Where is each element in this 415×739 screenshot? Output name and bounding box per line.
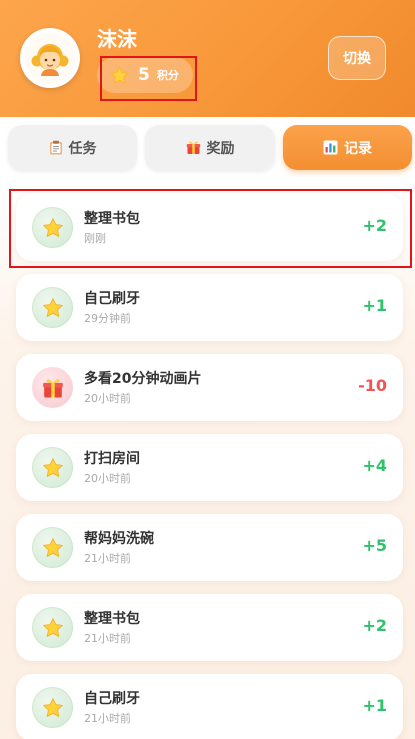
avatar[interactable] xyxy=(20,28,80,88)
record-points: +2 xyxy=(362,216,387,235)
record-item[interactable]: 多看20分钟动画片 20小时前 -10 xyxy=(16,354,403,421)
record-title: 自己刷牙 xyxy=(84,291,140,307)
record-points: +5 xyxy=(362,536,387,555)
record-title: 整理书包 xyxy=(84,211,140,227)
record-points: -10 xyxy=(358,376,387,395)
record-title: 多看20分钟动画片 xyxy=(84,371,202,387)
star-icon xyxy=(42,217,63,237)
record-title: 帮妈妈洗碗 xyxy=(84,531,154,547)
record-time: 20小时前 xyxy=(84,472,131,485)
star-icon xyxy=(42,537,63,557)
record-item[interactable]: 整理书包 21小时前 +2 xyxy=(16,594,403,661)
tab-rewards-label: 奖励 xyxy=(206,140,235,157)
record-item[interactable]: 整理书包 刚刚 +2 xyxy=(16,194,403,261)
gift-icon xyxy=(42,378,63,398)
star-icon xyxy=(42,297,63,317)
record-item[interactable]: 自己刷牙 21小时前 +1 xyxy=(16,674,403,739)
tab-rewards[interactable]: 奖励 xyxy=(145,125,275,170)
tab-records-label: 记录 xyxy=(344,140,372,157)
star-icon xyxy=(42,697,63,717)
record-item[interactable]: 打扫房间 20小时前 +4 xyxy=(16,434,403,501)
record-points: +4 xyxy=(362,456,387,475)
tab-tasks-label: 任务 xyxy=(68,140,97,157)
points-value: 5 xyxy=(138,65,150,85)
bar-chart-icon xyxy=(323,140,338,155)
record-list[interactable]: 整理书包 刚刚 +2 自己刷牙 29分钟前 +1 多看20分钟动画片 20小时前… xyxy=(0,177,415,739)
star-icon xyxy=(42,457,63,477)
record-time: 29分钟前 xyxy=(84,312,131,325)
record-item[interactable]: 自己刷牙 29分钟前 +1 xyxy=(16,274,403,341)
record-points: +1 xyxy=(362,696,387,715)
record-time: 21小时前 xyxy=(84,712,131,725)
star-icon xyxy=(111,66,128,83)
record-title: 自己刷牙 xyxy=(84,691,140,707)
record-time: 20小时前 xyxy=(84,392,131,405)
record-points: +1 xyxy=(362,296,387,315)
girl-avatar-icon xyxy=(31,44,69,76)
record-time: 21小时前 xyxy=(84,632,131,645)
record-title: 打扫房间 xyxy=(84,451,140,467)
star-icon xyxy=(42,617,63,637)
clipboard-icon xyxy=(49,140,62,155)
switch-user-button[interactable]: 切换 xyxy=(328,36,386,80)
record-title: 整理书包 xyxy=(84,611,140,627)
profile-header: 沫沫 5 积分 切换 xyxy=(0,0,415,117)
record-item[interactable]: 帮妈妈洗碗 21小时前 +5 xyxy=(16,514,403,581)
points-unit: 积分 xyxy=(156,69,179,82)
tab-tasks[interactable]: 任务 xyxy=(8,125,137,170)
tab-bar: 任务 奖励 记录 xyxy=(0,117,415,177)
record-time: 21小时前 xyxy=(84,552,131,565)
tab-records[interactable]: 记录 xyxy=(283,125,412,170)
gift-icon xyxy=(186,141,200,154)
points-badge: 5 积分 xyxy=(97,57,193,93)
record-time: 刚刚 xyxy=(84,232,106,245)
user-name: 沫沫 xyxy=(97,27,137,51)
record-points: +2 xyxy=(362,616,387,635)
